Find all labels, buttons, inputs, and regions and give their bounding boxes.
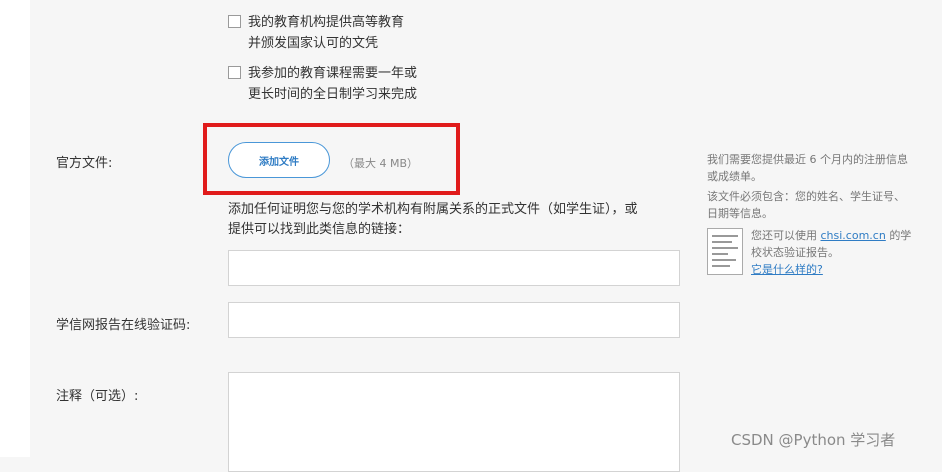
chsi-note: 您还可以使用 chsi.com.cn 的学校状态验证报告。 它是什么样的? bbox=[751, 227, 921, 278]
verification-code-label: 学信网报告在线验证码: bbox=[56, 318, 191, 333]
checkbox-fulltime-line1: 我参加的教育课程需要一年或 bbox=[248, 66, 418, 81]
left-margin bbox=[0, 0, 30, 457]
form-page: 我的教育机构提供高等教育 并颁发国家认可的文凭 我参加的教育课程需要一年或 更长… bbox=[0, 0, 942, 472]
example-link[interactable]: 它是什么样的? bbox=[751, 263, 823, 276]
max-size-note: （最大 4 MB） bbox=[343, 157, 419, 170]
document-link-input[interactable] bbox=[228, 250, 680, 286]
verification-code-input[interactable] bbox=[228, 302, 680, 338]
checkbox-accredited-line2: 并颁发国家认可的文凭 bbox=[248, 36, 379, 51]
checkbox-accredited-label: 我的教育机构提供高等教育 并颁发国家认可的文凭 bbox=[248, 12, 458, 54]
checkbox-fulltime-line2: 更长时间的全日制学习来完成 bbox=[248, 87, 418, 102]
official-docs-label: 官方文件: bbox=[56, 156, 113, 171]
official-docs-help-text: 添加任何证明您与您的学术机构有附属关系的正式文件（如学生证），或提供可以找到此类… bbox=[228, 202, 638, 237]
checkbox-row-accredited[interactable]: 我的教育机构提供高等教育 并颁发国家认可的文凭 bbox=[228, 12, 458, 54]
watermark: CSDN @Python 学习者 bbox=[731, 431, 896, 449]
checkbox-accredited[interactable] bbox=[228, 15, 241, 28]
add-file-button[interactable]: 添加文件 bbox=[228, 142, 330, 178]
notes-textarea[interactable] bbox=[228, 372, 680, 472]
sidebar-note-contents: 该文件必须包含：您的姓名、学生证号、日期等信息。 bbox=[707, 190, 905, 220]
checkbox-fulltime-label: 我参加的教育课程需要一年或 更长时间的全日制学习来完成 bbox=[248, 63, 458, 105]
chsi-prefix: 您还可以使用 bbox=[751, 229, 817, 242]
checkbox-accredited-line1: 我的教育机构提供高等教育 bbox=[248, 15, 405, 30]
checkbox-row-fulltime[interactable]: 我参加的教育课程需要一年或 更长时间的全日制学习来完成 bbox=[228, 63, 458, 105]
sidebar-note-recent: 我们需要您提供最近 6 个月内的注册信息或成绩单。 bbox=[707, 153, 908, 183]
document-example-icon bbox=[707, 228, 743, 275]
notes-label: 注释（可选）: bbox=[56, 389, 139, 404]
checkbox-fulltime[interactable] bbox=[228, 66, 241, 79]
chsi-link[interactable]: chsi.com.cn bbox=[821, 229, 886, 242]
